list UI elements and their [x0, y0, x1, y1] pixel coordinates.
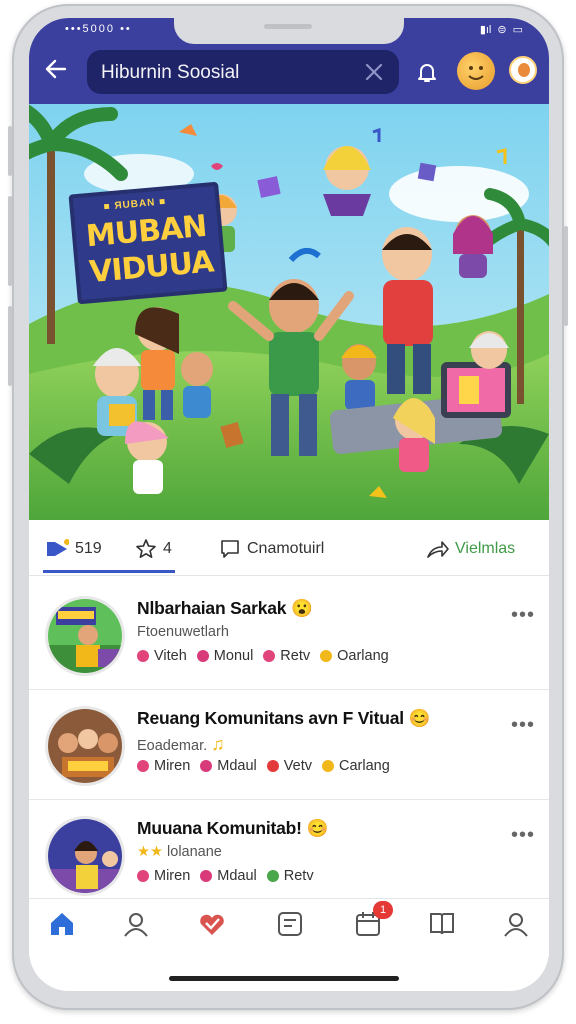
hero-illustration: ■ ЯUBAN ■ MUBAN VIDUUA [29, 104, 549, 520]
share-label: Vielmlas [455, 540, 516, 557]
diamond-icon [321, 760, 334, 772]
share-action[interactable]: Vielmlas [425, 538, 515, 560]
signal-icon: ▮ıl [479, 24, 492, 36]
stars-icon: ★★ [137, 844, 163, 860]
like-count: 519 [75, 540, 102, 557]
dot-icon [266, 870, 279, 882]
comment-label: Cnamotuirl [247, 540, 325, 557]
search-input[interactable]: Hiburnin Soosial [101, 62, 239, 84]
heart-icon [266, 760, 279, 772]
account-icon[interactable] [501, 909, 531, 939]
list-item-title: Nlbarhaian Sarkak 😮 [137, 598, 313, 618]
status-right: ▮ıl ⊜ ▭ [480, 23, 523, 36]
notification-badge: 1 [373, 901, 393, 919]
tag[interactable]: Viteh [137, 648, 187, 664]
pin-icon [137, 870, 149, 882]
like-stat[interactable]: 519 [45, 538, 102, 560]
group-avatar [45, 816, 125, 896]
tag[interactable]: Carlang [321, 758, 390, 774]
tag[interactable]: Retv [266, 868, 314, 884]
heart-icon [200, 870, 213, 882]
star-outline-icon [136, 539, 156, 558]
list-item-subtitle: Ftoenuwetlarh [137, 624, 229, 640]
comment-stat[interactable]: Cnamotuirl [219, 538, 324, 560]
more-options-icon[interactable]: ••• [511, 714, 535, 737]
close-icon[interactable] [363, 61, 385, 83]
tag[interactable]: Mdaul [200, 758, 257, 774]
list-item-subtitle: Eoademar. ♫ [137, 734, 225, 754]
heart-icon [200, 760, 213, 772]
list-item-title: Reuang Komunitans avn F Vitual 😊 [137, 708, 431, 728]
status-left: •••5000 •• [65, 23, 132, 35]
bell-icon[interactable] [413, 58, 441, 86]
list-item-title: Muuana Komunitab! 😊 [137, 818, 329, 838]
calendar-icon[interactable]: 1 [353, 901, 393, 939]
more-options-icon[interactable]: ••• [511, 824, 535, 847]
search-bar[interactable]: Hiburnin Soosial [87, 50, 399, 94]
heart-check-icon[interactable] [197, 909, 227, 939]
play-like-icon [47, 539, 69, 556]
volume-up-button [8, 126, 12, 176]
group-avatar [45, 706, 125, 786]
side-button [8, 306, 12, 386]
emoji-icon: 😮 [291, 598, 313, 618]
list-item-tags: Miren Mdaul Vetv Carlang [137, 758, 390, 774]
active-tab-underline [43, 570, 175, 573]
share-stat[interactable]: 4 [135, 538, 172, 560]
tag[interactable]: Miren [137, 758, 190, 774]
power-button [564, 226, 568, 326]
tag[interactable]: Mdaul [200, 868, 257, 884]
notch [174, 18, 404, 44]
more-options-icon[interactable]: ••• [511, 604, 535, 627]
tag[interactable]: Oarlang [320, 648, 389, 664]
list-item[interactable]: Nlbarhaian Sarkak 😮 Ftoenuwetlarh Viteh … [29, 580, 549, 690]
comment-icon [221, 540, 239, 558]
group-avatar [45, 596, 125, 676]
home-indicator[interactable] [169, 976, 399, 981]
bottom-tab-bar: 1 [29, 898, 549, 958]
pin-icon [137, 650, 149, 662]
list-item[interactable]: Muuana Komunitab! 😊 ★★ lolanane Miren Md… [29, 800, 549, 910]
share-arrow-icon [427, 541, 449, 558]
diamond-icon [320, 650, 333, 662]
post-stats-bar: 519 4 Cnamotuirl Vielmlas [29, 520, 549, 576]
home-icon[interactable] [47, 909, 77, 939]
phone-screen: •••5000 •• ▮ıl ⊜ ▭ Hiburnin Soosial ■ ЯU… [29, 18, 549, 991]
heart-icon [196, 650, 209, 662]
avatar-icon[interactable] [509, 56, 537, 84]
list-item-tags: Miren Mdaul Retv [137, 868, 314, 884]
emoji-icon[interactable] [457, 52, 495, 90]
emoji-icon: 😊 [408, 708, 431, 728]
list-item-tags: Viteh Monul Retv Oarlang [137, 648, 389, 664]
share-count: 4 [163, 540, 172, 557]
book-icon[interactable] [427, 909, 457, 939]
tag[interactable]: Monul [196, 648, 253, 664]
tag[interactable]: Retv [263, 648, 310, 664]
profile-icon[interactable] [121, 909, 151, 939]
hero-sign: ■ ЯUBAN ■ MUBAN VIDUUA [68, 181, 228, 305]
tag[interactable]: Vetv [266, 758, 312, 774]
back-arrow-icon[interactable] [43, 56, 69, 82]
pin-icon [263, 650, 276, 662]
battery-icon: ▭ [512, 24, 523, 36]
hero-sign-top: ■ ЯUBAN ■ [103, 196, 167, 213]
chat-square-icon[interactable] [275, 909, 305, 939]
wifi-icon: ⊜ [497, 24, 507, 36]
tag[interactable]: Miren [137, 868, 190, 884]
list-item[interactable]: Reuang Komunitans avn F Vitual 😊 Eoadema… [29, 690, 549, 800]
pin-icon [137, 760, 149, 772]
emoji-icon: 😊 [306, 818, 329, 838]
list-item-subtitle: ★★ lolanane [137, 844, 222, 860]
volume-down-button [8, 196, 12, 286]
music-note-icon: ♫ [211, 734, 225, 754]
